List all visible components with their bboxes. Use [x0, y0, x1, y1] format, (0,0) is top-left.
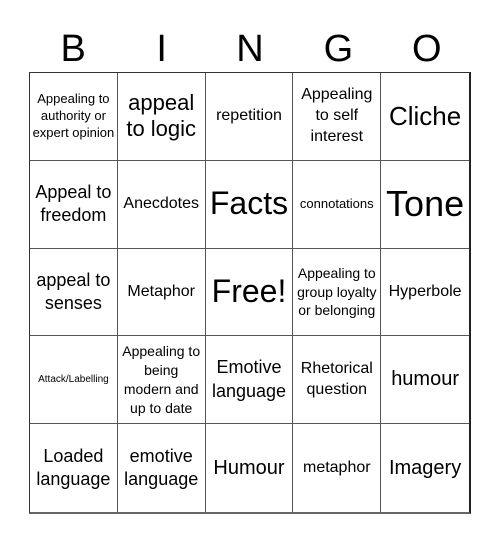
bingo-cell[interactable]: Imagery — [381, 424, 469, 512]
bingo-cell[interactable]: Rhetorical question — [293, 336, 382, 425]
bingo-cell[interactable]: humour — [381, 336, 469, 425]
bingo-header: B I N G O — [29, 26, 471, 72]
header-letter-n: N — [236, 28, 264, 70]
bingo-cell[interactable]: emotive language — [118, 424, 206, 512]
bingo-cell[interactable]: Hyperbole — [381, 249, 469, 337]
bingo-cell[interactable]: Appealing to self interest — [293, 73, 382, 161]
bingo-cell[interactable]: Facts — [205, 160, 294, 249]
bingo-cell[interactable]: Appealing to being modern and up to date — [117, 336, 206, 425]
bingo-cell[interactable]: connotations — [293, 160, 382, 249]
bingo-cell[interactable]: Metaphor — [117, 248, 206, 337]
bingo-cell[interactable]: Tone — [381, 161, 469, 249]
header-letter-o: O — [412, 28, 442, 70]
bingo-card-grid: Appealing to authority or expert opinion… — [29, 72, 471, 514]
bingo-cell[interactable]: Humour — [206, 424, 294, 512]
free-space-cell[interactable]: Free! — [205, 248, 294, 337]
bingo-cell[interactable]: Cliche — [381, 73, 469, 161]
bingo-cell[interactable]: appeal to logic — [117, 73, 206, 161]
bingo-cell[interactable]: appeal to senses — [30, 248, 118, 337]
bingo-cell[interactable]: metaphor — [293, 424, 382, 512]
bingo-cell[interactable]: Attack/Labelling — [30, 336, 118, 425]
bingo-cell[interactable]: Appeal to freedom — [30, 160, 118, 249]
header-letter-g: G — [323, 28, 354, 70]
bingo-cell[interactable]: repetition — [205, 73, 294, 161]
bingo-cell[interactable]: Appealing to authority or expert opinion — [30, 73, 118, 161]
bingo-cell[interactable]: Appealing to group loyalty or belonging — [293, 248, 382, 337]
header-letter-i: I — [156, 28, 167, 70]
header-letter-b: B — [60, 28, 86, 70]
bingo-cell[interactable]: Emotive language — [205, 336, 294, 425]
bingo-cell[interactable]: Anecdotes — [117, 160, 206, 249]
bingo-cell[interactable]: Loaded language — [30, 424, 118, 512]
